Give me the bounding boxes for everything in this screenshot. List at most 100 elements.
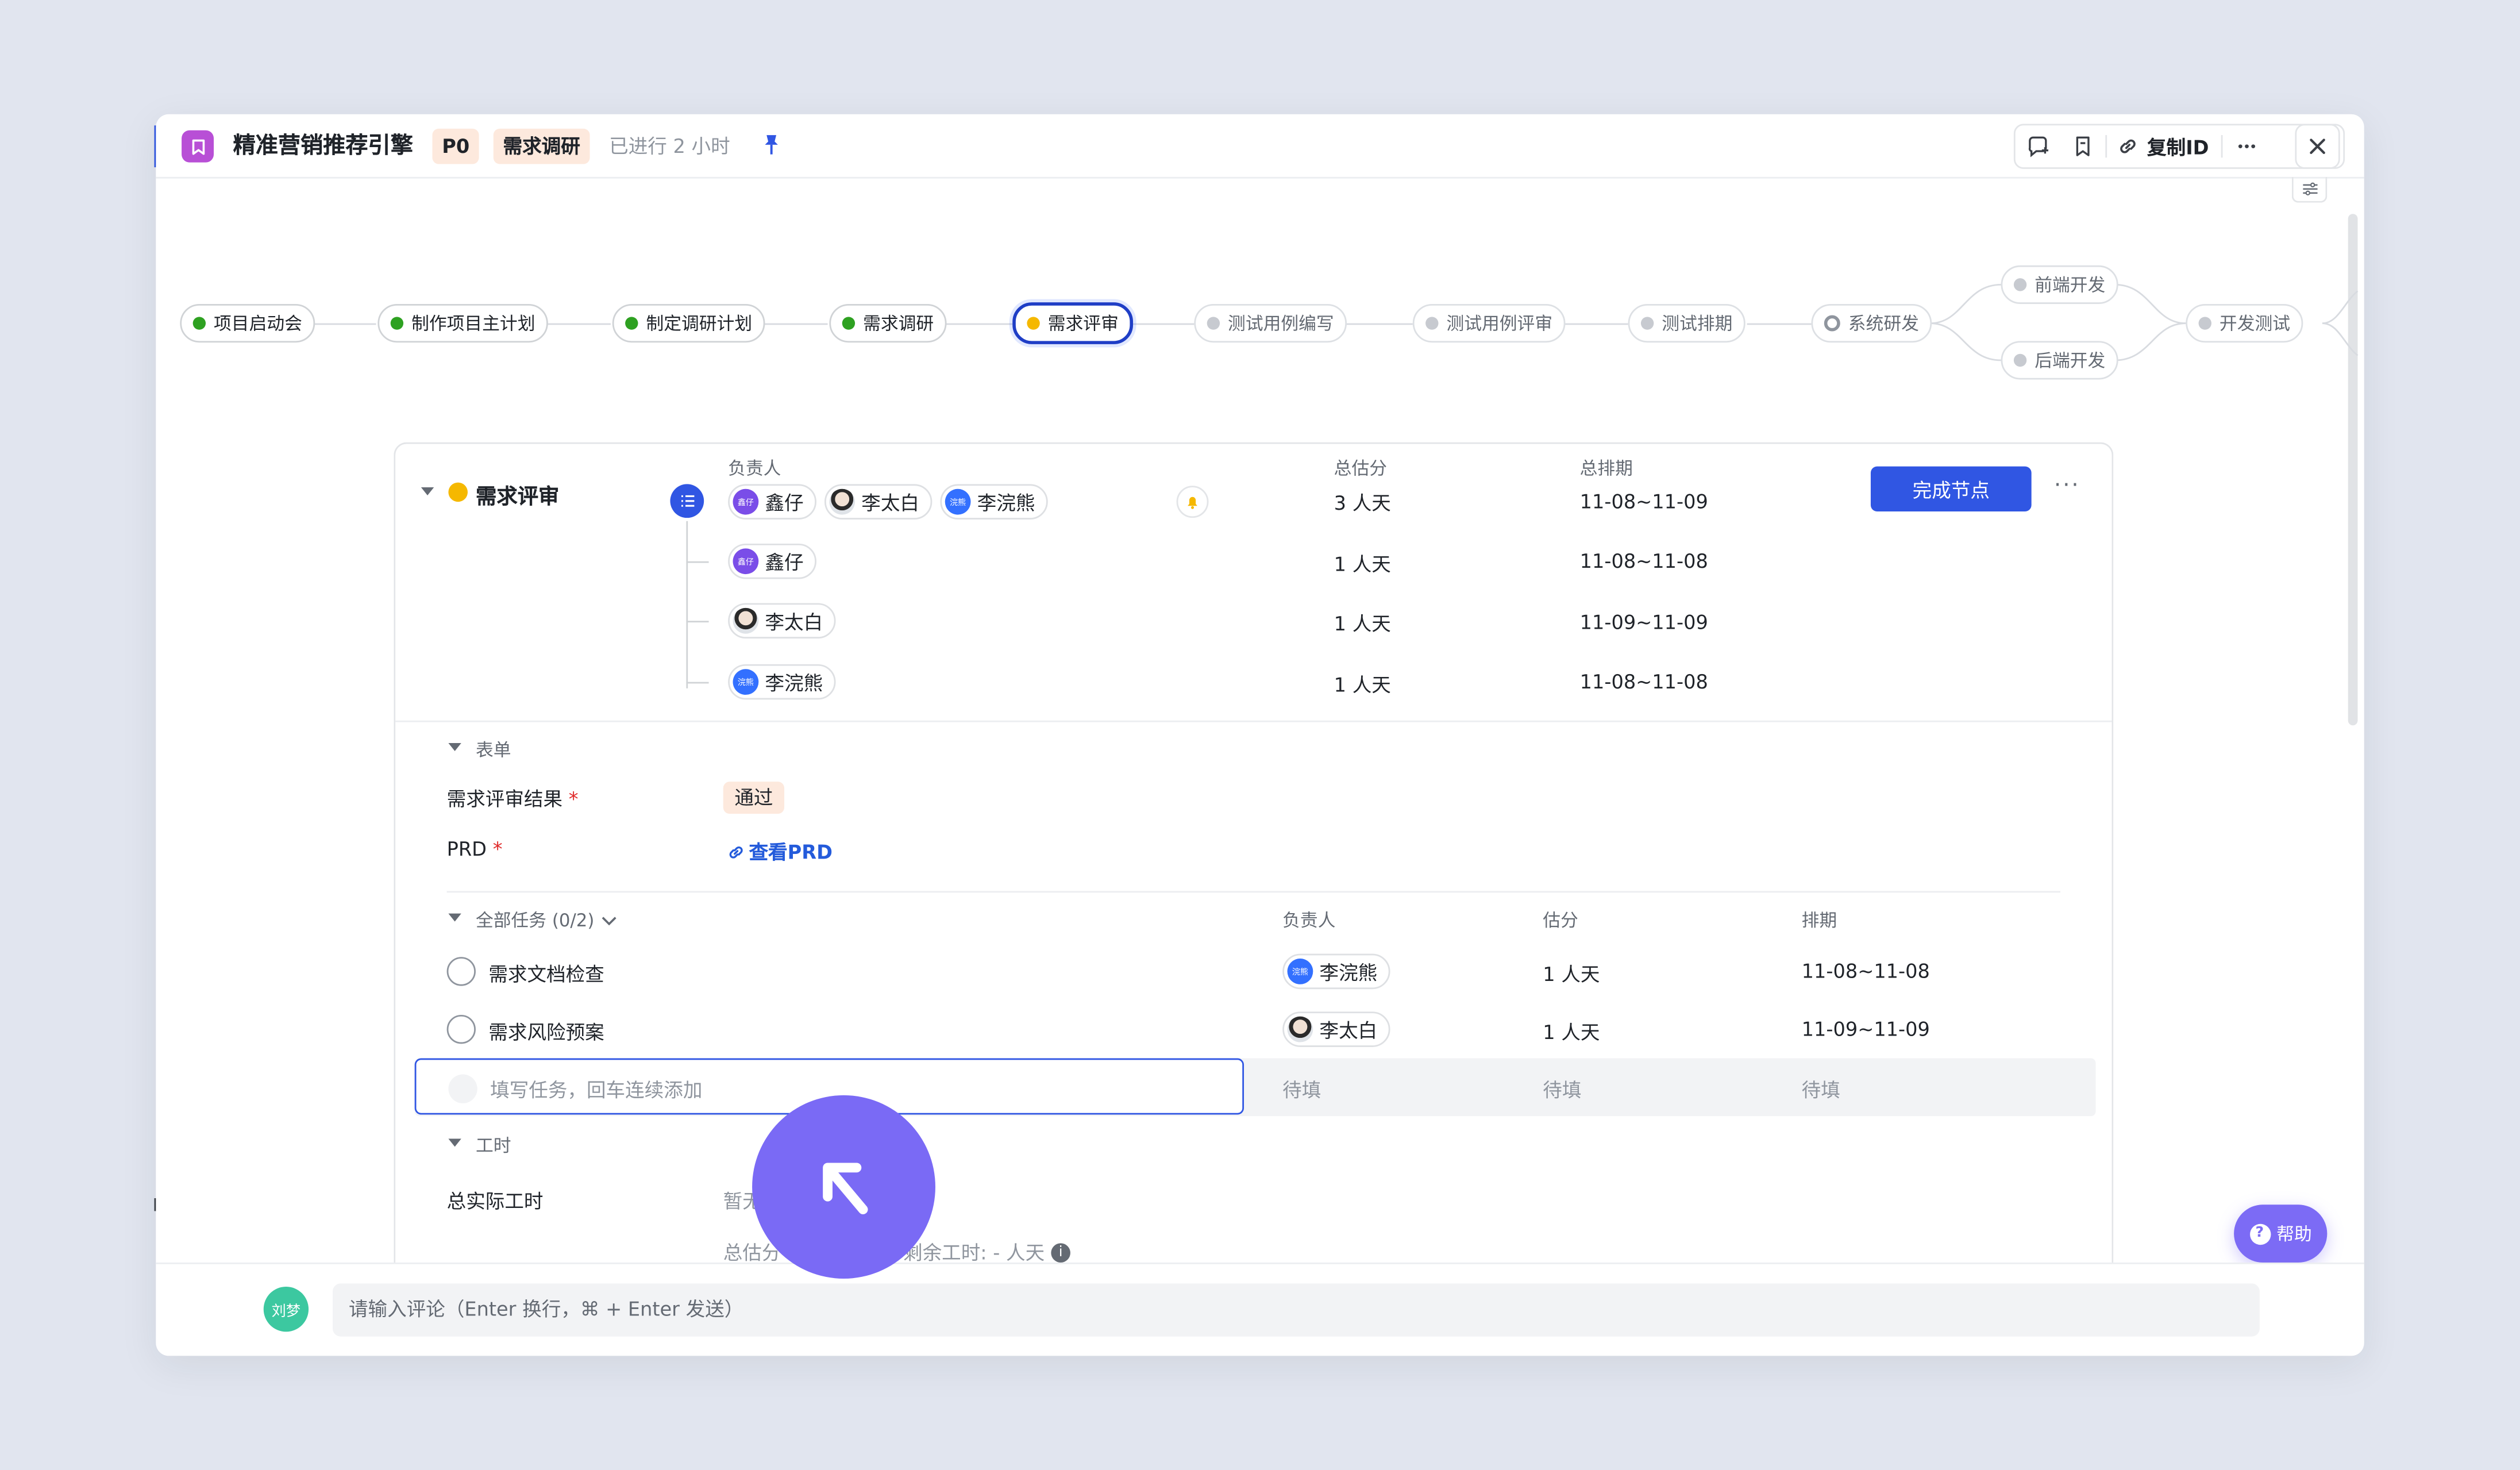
label-text: PRD xyxy=(446,838,487,861)
owner-name: 鑫仔 xyxy=(765,491,804,514)
subtask-list-icon[interactable] xyxy=(670,484,704,518)
task-title[interactable]: 需求风险预案 xyxy=(488,1018,604,1046)
task-estimate[interactable]: 1 人天 xyxy=(1543,1018,1600,1046)
actual-worktime-label: 总实际工时 xyxy=(446,1190,544,1213)
remaining-worktime: 剩余工时: - 人天 i xyxy=(903,1238,1070,1266)
task-owner-chip[interactable]: 李太白 xyxy=(1282,1011,1390,1047)
tasks-section-title: 全部任务 (0/2) xyxy=(475,910,595,932)
pipeline-connector xyxy=(945,323,1013,325)
bookmark-button[interactable] xyxy=(2060,125,2105,167)
assignee-chip[interactable]: 李太白 xyxy=(728,603,836,639)
status-todo-dot xyxy=(2013,278,2027,291)
pin-icon[interactable] xyxy=(762,133,781,156)
pipeline-connector xyxy=(1130,323,1195,325)
row-schedule: 11-09~11-09 xyxy=(1579,611,1708,634)
assignee-chip[interactable]: 浣熊 李浣熊 xyxy=(728,664,836,700)
pipeline-node-research[interactable]: 需求调研 xyxy=(829,303,947,343)
node-label: 测试用例编写 xyxy=(1228,313,1334,335)
prd-link[interactable]: 查看PRD xyxy=(726,838,833,865)
pipeline-node-master-plan[interactable]: 制作项目主计划 xyxy=(377,303,548,343)
node-label: 前端开发 xyxy=(2035,275,2106,296)
pipeline-node-kickoff[interactable]: 项目启动会 xyxy=(180,303,315,343)
owner-chip[interactable]: 李太白 xyxy=(824,484,933,519)
task-schedule[interactable]: 11-09~11-09 xyxy=(1802,1018,1930,1041)
node-label: 项目启动会 xyxy=(214,313,302,335)
comment-input[interactable]: 请输入评论（Enter 换行，⌘ + Enter 发送） xyxy=(333,1283,2260,1337)
remind-button[interactable] xyxy=(1176,486,1209,518)
status-done-dot xyxy=(192,317,206,330)
more-options-button[interactable] xyxy=(2224,125,2272,167)
owner-name: 李太白 xyxy=(1319,1018,1378,1042)
stage-tag[interactable]: 需求调研 xyxy=(493,128,590,164)
task-title[interactable]: 需求文档检查 xyxy=(488,960,604,988)
task-checkbox[interactable] xyxy=(446,957,476,986)
review-result-value[interactable]: 通过 xyxy=(723,782,785,814)
collapse-caret-icon[interactable] xyxy=(448,742,461,751)
priority-tag[interactable]: P0 xyxy=(432,128,480,164)
complete-node-button[interactable]: 完成节点 xyxy=(1870,466,2032,511)
total-estimate: 3 人天 xyxy=(1334,492,1391,515)
pipeline-node-frontend[interactable]: 前端开发 xyxy=(2001,265,2118,304)
pipeline-node-test-schedule[interactable]: 测试排期 xyxy=(1628,303,1745,343)
node-detail-card: 需求评审 负责人 总估分 总排期 鑫仔 鑫仔 李太白 浣熊 李浣熊 3 人天 11-… xyxy=(394,442,2114,1295)
node-name: 需求评审 xyxy=(475,486,560,510)
pipeline-node-dev-test[interactable]: 开发测试 xyxy=(2186,303,2303,343)
help-button[interactable]: ? 帮助 xyxy=(2234,1205,2328,1263)
owner-column-header: 负责人 xyxy=(728,458,781,480)
collapse-caret-icon[interactable] xyxy=(448,913,461,922)
owner-chip[interactable]: 鑫仔 鑫仔 xyxy=(728,484,817,519)
collapse-caret-icon[interactable] xyxy=(448,1138,461,1147)
avatar xyxy=(733,607,759,634)
pipeline-node-review[interactable]: 需求评审 xyxy=(1012,302,1134,344)
task-checkbox-placeholder xyxy=(448,1074,477,1103)
link-text: 查看PRD xyxy=(749,841,833,864)
status-todo-dot xyxy=(1640,317,1654,330)
row-estimate: 1 人天 xyxy=(1334,674,1391,696)
assignee-chip[interactable]: 鑫仔 鑫仔 xyxy=(728,543,817,579)
status-done-dot xyxy=(390,317,404,330)
link-icon xyxy=(2120,139,2136,153)
avatar: 鑫仔 xyxy=(733,548,759,575)
view-settings-button[interactable] xyxy=(2291,176,2328,203)
header-bar: 精准营销推荐引擎 P0 需求调研 已进行 2 小时 复制ID xyxy=(156,114,2364,179)
task-schedule-column-header: 排期 xyxy=(1801,910,1837,932)
owner-name: 李浣熊 xyxy=(1319,961,1378,984)
bookmark-icon xyxy=(2076,136,2090,156)
pending-schedule[interactable]: 待填 xyxy=(1802,1076,1840,1103)
pipeline-node-test-case-review[interactable]: 测试用例评审 xyxy=(1412,303,1566,343)
schedule-column-header: 总排期 xyxy=(1579,458,1633,480)
task-detail-window: 精准营销推荐引擎 P0 需求调研 已进行 2 小时 复制ID 项目启动会 制作项… xyxy=(156,114,2364,1356)
task-schedule[interactable]: 11-08~11-08 xyxy=(1802,960,1930,983)
info-icon[interactable]: i xyxy=(1051,1242,1070,1262)
task-owner-chip[interactable]: 浣熊 李浣熊 xyxy=(1282,953,1390,990)
status-todo-dot xyxy=(2198,317,2211,330)
pipeline-node-test-case-writing[interactable]: 测试用例编写 xyxy=(1194,303,1347,343)
copy-id-button[interactable]: 复制ID xyxy=(2107,125,2222,167)
node-label: 系统研发 xyxy=(1848,313,1919,335)
collapse-caret-icon[interactable] xyxy=(421,487,434,495)
tasks-section-header[interactable]: 全部任务 (0/2) xyxy=(476,907,617,933)
status-in-progress-ring-icon xyxy=(1824,315,1840,332)
prd-label: PRD * xyxy=(447,838,503,860)
pending-estimate[interactable]: 待填 xyxy=(1543,1076,1581,1103)
close-icon xyxy=(2310,138,2325,154)
task-estimate[interactable]: 1 人天 xyxy=(1543,960,1600,988)
question-icon: ? xyxy=(2249,1223,2271,1244)
close-button[interactable] xyxy=(2295,124,2340,169)
owner-chip[interactable]: 浣熊 李浣熊 xyxy=(940,484,1048,519)
pipeline-connector xyxy=(763,323,828,325)
pipeline-node-research-plan[interactable]: 制定调研计划 xyxy=(612,303,765,343)
label-text: 需求评审结果 xyxy=(446,788,563,811)
project-title: 精准营销推荐引擎 xyxy=(233,133,413,160)
pipeline-node-backend[interactable]: 后端开发 xyxy=(2001,341,2118,380)
pending-owner[interactable]: 待填 xyxy=(1282,1076,1321,1103)
help-label: 帮助 xyxy=(2276,1223,2312,1245)
add-comment-button[interactable] xyxy=(2016,125,2060,167)
row-estimate: 1 人天 xyxy=(1334,553,1391,576)
node-label: 制定调研计划 xyxy=(646,313,753,335)
avatar: 鑫仔 xyxy=(733,488,759,515)
pipeline-node-dev[interactable]: 系统研发 xyxy=(1811,303,1932,343)
node-more-icon[interactable]: ··· xyxy=(2054,473,2080,499)
pipeline-connector xyxy=(311,323,376,325)
task-checkbox[interactable] xyxy=(446,1014,476,1044)
